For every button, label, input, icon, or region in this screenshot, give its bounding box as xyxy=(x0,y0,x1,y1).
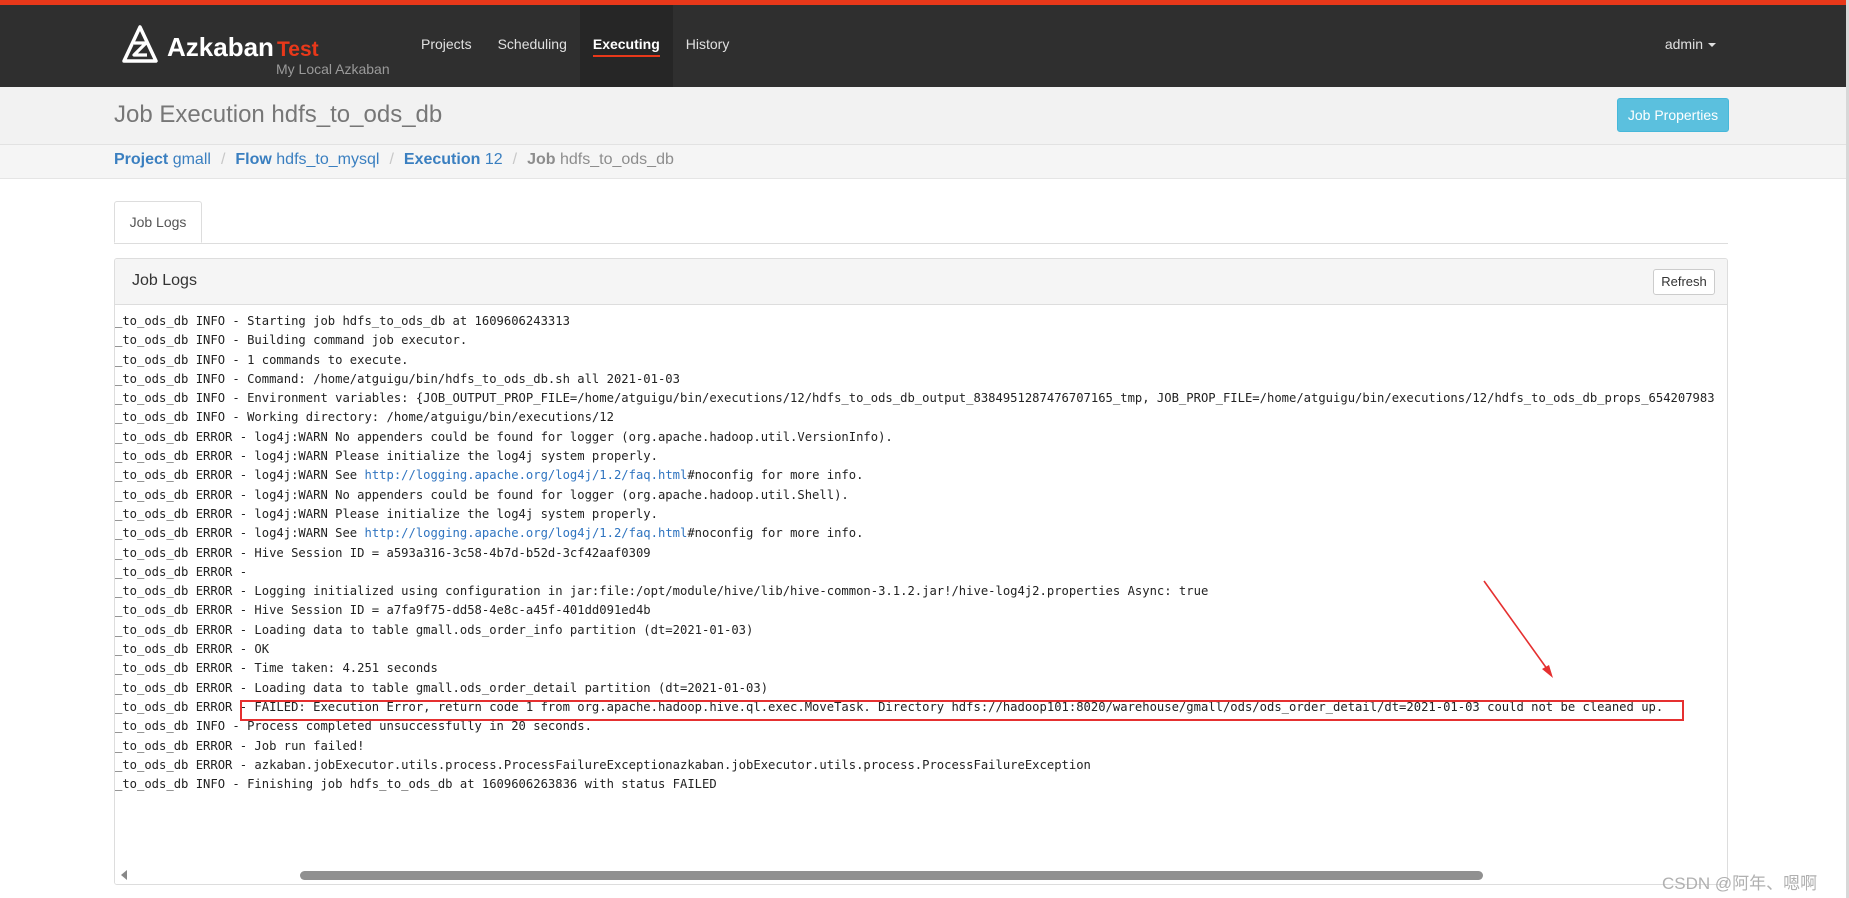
log-line: _to_ods_db ERROR - log4j:WARN Please ini… xyxy=(115,506,658,521)
nav-executing[interactable]: Executing xyxy=(579,5,673,87)
log-line: _to_ods_db INFO - Command: /home/atguigu… xyxy=(115,371,680,386)
brand-subtitle: My Local Azkaban xyxy=(276,61,390,77)
page-header: Job Execution hdfs_to_ods_db Job Propert… xyxy=(0,87,1846,145)
breadcrumb-flow[interactable]: Flow hdfs_to_mysql xyxy=(235,151,379,169)
log-line: _to_ods_db ERROR - log4j:WARN Please ini… xyxy=(115,449,658,464)
scroll-left-icon[interactable] xyxy=(121,870,127,880)
log-line: _to_ods_db INFO - 1 commands to execute. xyxy=(115,352,409,367)
scrollbar-thumb[interactable] xyxy=(300,871,1483,880)
log-line: _to_ods_db ERROR - Job run failed! xyxy=(115,738,365,753)
log-line: _to_ods_db ERROR - log4j:WARN See http:/… xyxy=(115,526,864,541)
breadcrumb-execution[interactable]: Execution 12 xyxy=(404,151,503,169)
user-menu[interactable]: admin xyxy=(1665,5,1716,87)
log-line: _to_ods_db ERROR - log4j:WARN See http:/… xyxy=(115,468,864,483)
brand-name[interactable]: Azkaban xyxy=(167,32,274,63)
breadcrumb-job: Job hdfs_to_ods_db xyxy=(527,151,674,168)
panel-title: Job Logs xyxy=(132,272,197,289)
job-properties-button[interactable]: Job Properties xyxy=(1617,98,1729,132)
horizontal-scrollbar[interactable] xyxy=(115,866,1727,884)
log-line: _to_ods_db ERROR - log4j:WARN No appende… xyxy=(115,429,893,444)
error-highlight-annotation xyxy=(240,700,1684,721)
top-navbar: Azkaban Test My Local Azkaban Projects S… xyxy=(0,0,1849,87)
log-line: _to_ods_db ERROR - log4j:WARN No appende… xyxy=(115,487,849,502)
log-line: _to_ods_db INFO - Building command job e… xyxy=(115,333,468,348)
job-logs-panel: Job Logs Refresh _to_ods_db INFO - Start… xyxy=(114,258,1728,885)
main-nav: Projects Scheduling Executing History xyxy=(408,5,742,87)
panel-header: Job Logs Refresh xyxy=(115,259,1727,305)
chevron-down-icon xyxy=(1708,43,1716,48)
breadcrumb-separator: / xyxy=(512,151,518,168)
log-line: _to_ods_db ERROR - azkaban.jobExecutor.u… xyxy=(115,757,1091,772)
tab-job-logs[interactable]: Job Logs xyxy=(114,201,202,243)
log-link[interactable]: http://logging.apache.org/log4j/1.2/faq.… xyxy=(364,526,687,540)
watermark: CSDN @阿年、嗯啊 xyxy=(1662,874,1818,893)
log-output[interactable]: _to_ods_db INFO - Starting job hdfs_to_o… xyxy=(115,312,1727,812)
environment-label: Test xyxy=(277,38,319,61)
breadcrumb-separator: / xyxy=(389,151,394,168)
breadcrumb-separator: / xyxy=(220,151,226,168)
page-title: Job Execution hdfs_to_ods_db xyxy=(114,101,443,128)
log-line: _to_ods_db INFO - Environment variables:… xyxy=(115,391,1715,406)
log-link[interactable]: http://logging.apache.org/log4j/1.2/faq.… xyxy=(364,468,687,482)
user-name: admin xyxy=(1664,36,1703,52)
nav-scheduling[interactable]: Scheduling xyxy=(485,5,580,87)
log-line: _to_ods_db INFO - Working directory: /ho… xyxy=(115,410,614,425)
refresh-button[interactable]: Refresh xyxy=(1653,269,1715,295)
breadcrumb-project[interactable]: Project gmall xyxy=(114,151,211,169)
annotation-arrow-icon xyxy=(1483,580,1553,678)
log-line: _to_ods_db INFO - Starting job hdfs_to_o… xyxy=(115,314,570,328)
tab-bar: Job Logs xyxy=(114,201,1728,244)
nav-history[interactable]: History xyxy=(673,5,743,87)
nav-projects[interactable]: Projects xyxy=(408,5,485,87)
log-line: _to_ods_db ERROR - Hive Session ID = a59… xyxy=(115,545,651,560)
log-line: _to_ods_db INFO - Finishing job hdfs_to_… xyxy=(115,777,717,792)
azkaban-logo-icon[interactable] xyxy=(122,25,158,65)
breadcrumb: Project gmall / Flow hdfs_to_mysql / Exe… xyxy=(0,145,1846,179)
